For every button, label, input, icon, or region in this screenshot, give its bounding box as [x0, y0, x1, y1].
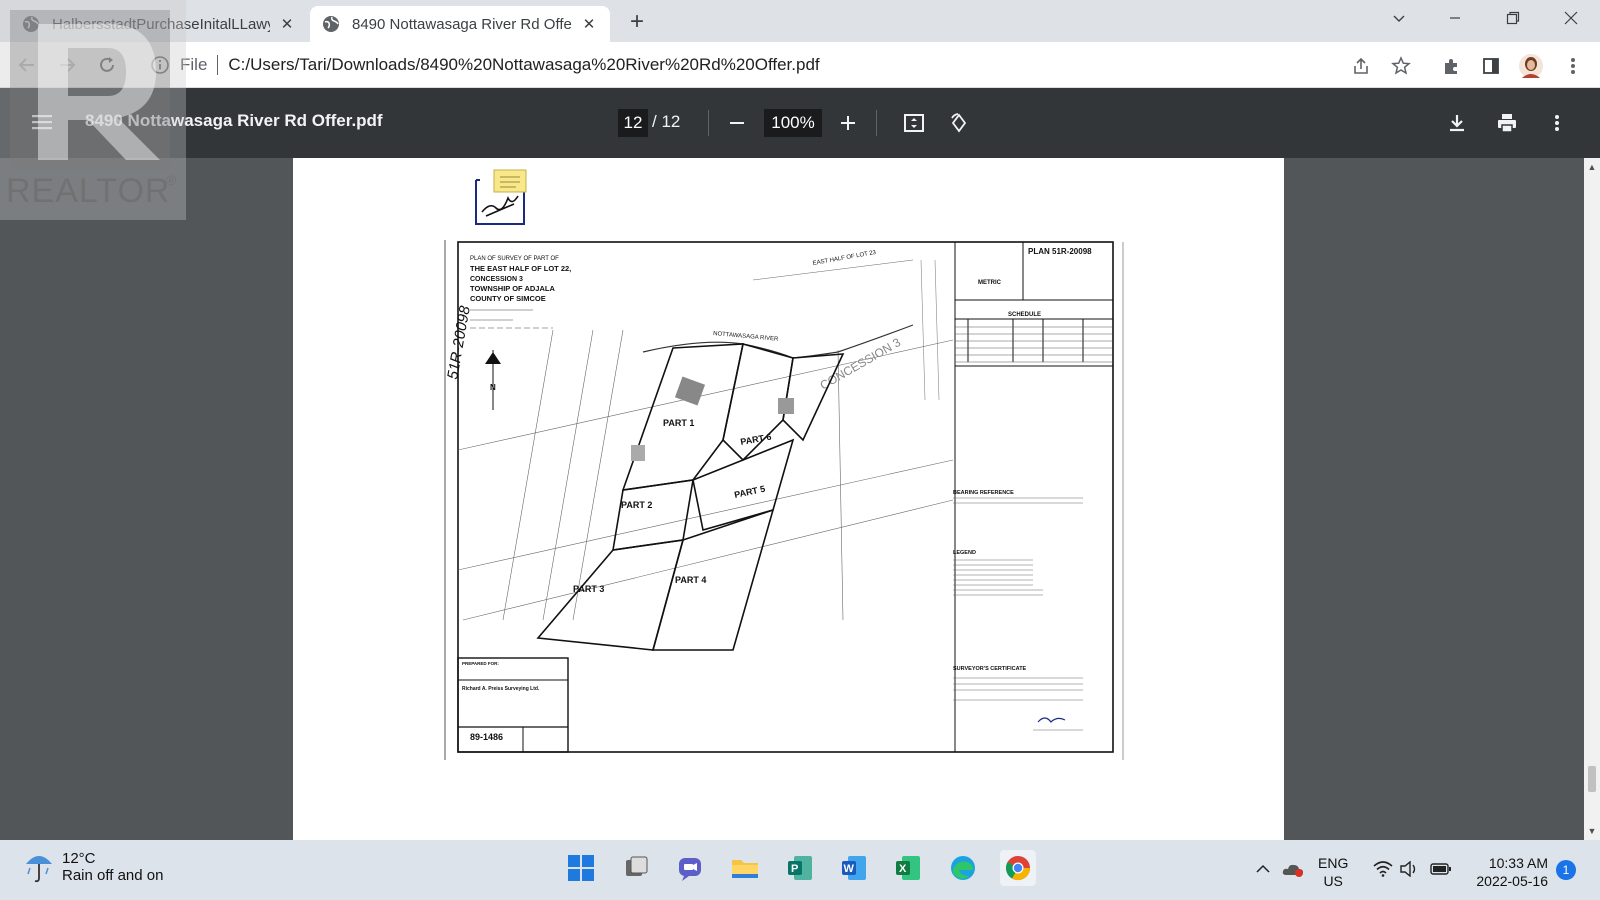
address-separator: [217, 55, 219, 75]
kebab-menu-icon[interactable]: [1560, 53, 1586, 79]
surveyors-certificate-label: SURVEYOR'S CERTIFICATE: [953, 666, 1027, 672]
realtor-wordmark: REALTOR: [6, 172, 171, 210]
pdf-toolbar: 8490 Nottawasaga River Rd Offer.pdf 12 /…: [0, 88, 1600, 158]
page-number-input[interactable]: 12: [618, 109, 648, 137]
download-icon[interactable]: [1443, 109, 1471, 137]
toolbar-divider: [876, 110, 877, 136]
side-panel-icon[interactable]: [1478, 53, 1504, 79]
volume-icon[interactable]: [1398, 858, 1420, 880]
system-clock[interactable]: 10:33 AM 2022-05-16: [1468, 854, 1548, 890]
print-icon[interactable]: [1493, 109, 1521, 137]
fit-page-icon[interactable]: [900, 109, 928, 137]
initials-signature: [475, 169, 527, 225]
address-bar[interactable]: File C:/Users/Tari/Downloads/8490%20Nott…: [140, 48, 1390, 82]
schedule-label: SCHEDULE: [1008, 312, 1041, 318]
profile-avatar[interactable]: [1518, 53, 1544, 79]
windows-taskbar: 12°C Rain off and on P W X ENG US 10:33 …: [0, 840, 1600, 900]
umbrella-rain-icon: [26, 856, 52, 883]
metric-label: METRIC: [978, 280, 1002, 286]
close-tab-icon[interactable]: ✕: [278, 15, 296, 33]
part-label: PART 3: [573, 584, 604, 594]
share-icon[interactable]: [1348, 53, 1374, 79]
survey-title-line: PLAN OF SURVEY OF PART OF: [470, 256, 559, 262]
zoom-in-icon[interactable]: [834, 109, 862, 137]
battery-icon[interactable]: [1430, 858, 1452, 880]
firm-name: Richard A. Preiss Surveying Ltd.: [462, 686, 540, 692]
url-text[interactable]: C:/Users/Tari/Downloads/8490%20Nottawasa…: [228, 55, 819, 75]
close-window-icon[interactable]: [1548, 0, 1594, 36]
close-tab-icon[interactable]: ✕: [580, 15, 598, 33]
project-number: 89-1486: [470, 732, 503, 742]
rotate-icon[interactable]: [945, 109, 973, 137]
input-language[interactable]: ENG US: [1318, 854, 1348, 890]
survey-title-line: THE EAST HALF OF LOT 22,: [470, 264, 571, 273]
tab-search-chevron-icon[interactable]: [1376, 0, 1422, 36]
more-actions-icon[interactable]: [1543, 109, 1571, 137]
survey-title-line: COUNTY OF SIMCOE: [470, 294, 546, 303]
chat-icon[interactable]: [672, 850, 708, 886]
survey-plan-drawing: 51R-20098 PLAN OF SURVEY OF PART OF THE …: [443, 240, 1127, 764]
bookmark-star-icon[interactable]: [1388, 53, 1414, 79]
excel-icon[interactable]: X: [890, 850, 926, 886]
globe-icon: [323, 16, 339, 32]
new-tab-icon[interactable]: +: [624, 8, 650, 35]
extensions-icon[interactable]: [1438, 53, 1464, 79]
legend-label: LEGEND: [953, 550, 976, 556]
toolbar-divider: [708, 110, 709, 136]
file-explorer-icon[interactable]: [727, 850, 763, 886]
north-label: N: [490, 383, 496, 392]
onedrive-error-icon[interactable]: [1282, 858, 1304, 880]
svg-text:W: W: [844, 863, 855, 875]
chrome-icon[interactable]: [1000, 850, 1036, 886]
zoom-level-input[interactable]: 100%: [764, 109, 822, 137]
weather-widget[interactable]: 12°C Rain off and on: [24, 850, 163, 884]
word-icon[interactable]: W: [836, 850, 872, 886]
clock-date: 2022-05-16: [1476, 873, 1548, 889]
part-label: PART 4: [675, 575, 706, 585]
language-code: ENG: [1318, 855, 1349, 871]
registered-mark: ®: [166, 172, 177, 188]
restore-icon[interactable]: [1490, 0, 1536, 36]
svg-text:P: P: [791, 863, 798, 875]
realtor-watermark: REALTOR ®: [0, 0, 186, 220]
part-label: PART 1: [663, 418, 694, 428]
publisher-icon[interactable]: P: [782, 850, 818, 886]
zoom-out-icon[interactable]: [723, 109, 751, 137]
pdf-page: 51R-20098 PLAN OF SURVEY OF PART OF THE …: [293, 158, 1284, 840]
realtor-logo-icon: [10, 10, 170, 170]
survey-title-line: CONCESSION 3: [470, 276, 523, 283]
prepared-for-label: PREPARED FOR:: [462, 661, 499, 666]
scroll-up-arrow-icon[interactable]: ▲: [1587, 162, 1597, 172]
tab-title: 8490 Nottawasaga River Rd Offer.pdf: [352, 15, 572, 33]
bearing-reference-label: BEARING REFERENCE: [953, 490, 1014, 496]
survey-title-line: TOWNSHIP OF ADJALA: [470, 284, 555, 293]
task-view-icon[interactable]: [618, 850, 654, 886]
edge-icon[interactable]: [945, 850, 981, 886]
region-code: US: [1323, 873, 1343, 889]
plan-number: PLAN 51R-20098: [1028, 247, 1092, 256]
svg-text:X: X: [899, 863, 907, 875]
weather-description: Rain off and on: [62, 867, 164, 884]
clock-time: 10:33 AM: [1488, 855, 1548, 871]
part-label: PART 2: [621, 500, 652, 510]
scrollbar-thumb[interactable]: [1588, 766, 1596, 792]
notification-badge[interactable]: 1: [1556, 860, 1576, 880]
pdf-viewport[interactable]: 51R-20098 PLAN OF SURVEY OF PART OF THE …: [0, 158, 1584, 840]
tab-offer-pdf[interactable]: 8490 Nottawasaga River Rd Offer.pdf ✕: [310, 6, 610, 42]
vertical-scrollbar[interactable]: ▲ ▼: [1584, 158, 1600, 840]
page-total: / 12: [652, 112, 681, 131]
browser-toolbar: File C:/Users/Tari/Downloads/8490%20Nott…: [0, 42, 1600, 88]
wifi-icon[interactable]: [1372, 858, 1394, 880]
start-icon[interactable]: [563, 850, 599, 886]
minimize-icon[interactable]: [1432, 0, 1478, 36]
weather-temp: 12°C: [62, 850, 96, 867]
tab-strip: HalbersstadtPurchaseInitalLLawyer ✕ 8490…: [0, 0, 1600, 42]
show-hidden-icons-chevron-icon[interactable]: [1252, 858, 1274, 880]
